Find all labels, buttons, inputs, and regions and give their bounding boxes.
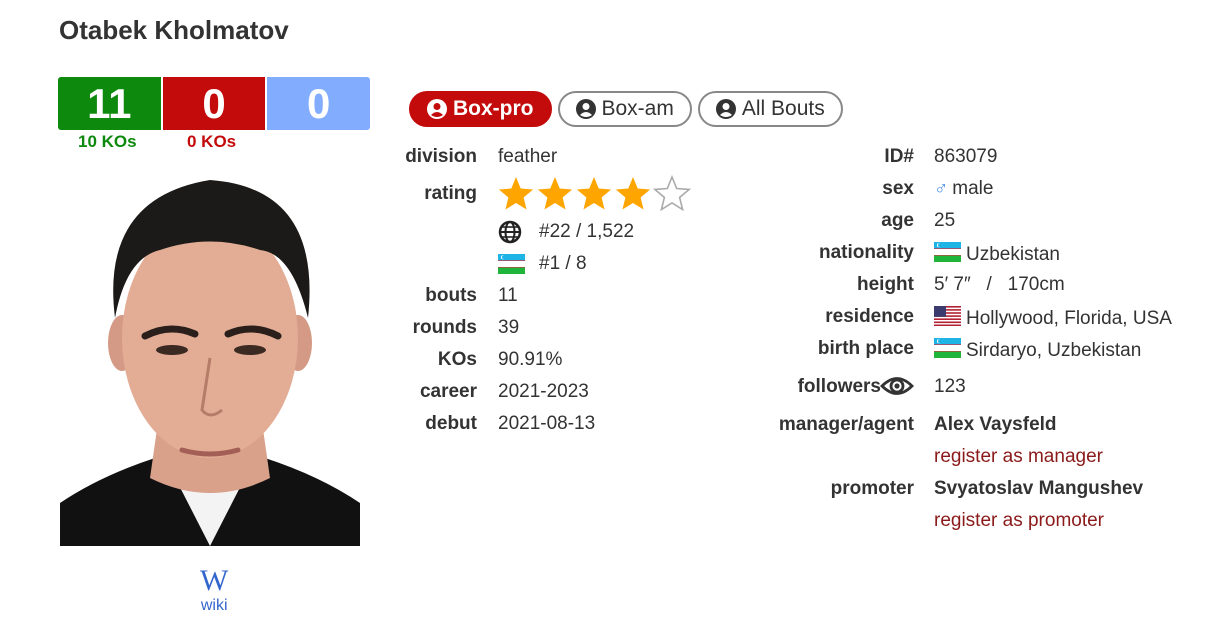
tab-label: All Bouts — [741, 97, 825, 120]
usa-flag-icon — [934, 306, 961, 332]
star-filled-icon — [498, 177, 534, 210]
losses-kos: 0 KOs — [187, 132, 237, 151]
followers-value: 123 — [934, 376, 966, 397]
height-value: 5′ 7″ / 170cm — [934, 274, 1065, 295]
debut-value: 2021-08-13 — [498, 413, 596, 434]
rating-stars — [498, 174, 693, 220]
bouts-label: bouts — [425, 285, 477, 306]
nationality-label: nationality — [818, 242, 914, 263]
star-filled-icon — [615, 177, 651, 210]
losses-count: 0 — [162, 77, 266, 130]
wiki-label: wiki — [200, 597, 228, 614]
user-circle-icon — [575, 99, 596, 119]
wiki-link[interactable]: W wiki — [200, 566, 228, 614]
star-filled-icon — [576, 177, 612, 210]
eye-icon[interactable] — [880, 373, 914, 404]
career-value: 2021-2023 — [498, 381, 589, 402]
age-label: age — [881, 210, 914, 231]
promoter-value[interactable]: Svyatoslav Mangushev — [934, 478, 1143, 500]
rounds-value: 39 — [498, 317, 520, 338]
star-empty-icon — [652, 174, 692, 212]
tab-all-bouts[interactable]: All Bouts — [697, 91, 843, 127]
fighter-photo — [60, 158, 360, 546]
debut-label: debut — [425, 413, 477, 434]
record-boxes: 11 0 0 — [58, 77, 371, 130]
manager-label: manager/agent — [778, 414, 914, 435]
tab-box-pro[interactable]: Box-pro — [409, 91, 552, 127]
globe-icon — [498, 220, 522, 244]
manager-value[interactable]: Alex Vaysfeld — [934, 414, 1057, 436]
country-rank-value: #1 / 8 — [539, 253, 587, 274]
male-icon: ♂ — [934, 178, 949, 199]
nationality-wrap: Uzbekistan — [934, 242, 1060, 268]
register-manager-link[interactable]: register as manager — [934, 446, 1103, 468]
promoter-label: promoter — [830, 478, 914, 499]
sex-label: sex — [882, 178, 914, 199]
division-value: feather — [498, 146, 558, 167]
birth-place-wrap: Sirdaryo, Uzbekistan — [934, 338, 1141, 364]
fighter-name: Otabek Kholmatov — [59, 15, 289, 45]
country-rank: #1 / 8 — [498, 253, 587, 275]
tab-label: Box-am — [601, 97, 674, 120]
bout-tabs: Box-pro Box-am All Bouts — [409, 91, 849, 127]
nationality-value: Uzbekistan — [966, 244, 1060, 265]
user-circle-icon — [715, 99, 736, 119]
career-label: career — [419, 381, 477, 402]
world-rank-value: #22 / 1,522 — [539, 221, 635, 242]
star-filled-icon — [537, 177, 573, 210]
birth-place-value: Sirdaryo, Uzbekistan — [966, 340, 1142, 361]
sex-value: male — [952, 178, 994, 199]
uzbekistan-flag-icon — [934, 338, 961, 364]
bouts-value: 11 — [498, 285, 518, 306]
user-circle-icon — [427, 99, 447, 119]
age-value: 25 — [934, 210, 956, 231]
register-promoter-link[interactable]: register as promoter — [934, 510, 1104, 532]
height-label: height — [857, 274, 914, 295]
rounds-label: rounds — [412, 317, 477, 338]
tab-box-am[interactable]: Box-am — [557, 91, 692, 127]
rating-label: rating — [424, 183, 477, 204]
uzbekistan-flag-icon — [498, 254, 525, 274]
followers-label: followers — [797, 376, 881, 397]
tab-label: Box-pro — [453, 97, 534, 120]
draws-count: 0 — [267, 77, 371, 130]
wins-count: 11 — [58, 77, 161, 130]
uzbekistan-flag-icon — [934, 242, 961, 268]
world-rank: #22 / 1,522 — [498, 220, 634, 244]
sex-value-wrap: ♂ male — [934, 178, 993, 200]
residence-wrap: Hollywood, Florida, USA — [934, 306, 1172, 332]
id-label: ID# — [884, 146, 914, 167]
kos-label: KOs — [437, 349, 477, 370]
id-value: 863079 — [934, 146, 998, 167]
birth-place-label: birth place — [817, 338, 914, 359]
division-label: division — [405, 146, 477, 167]
residence-value: Hollywood, Florida, USA — [966, 308, 1172, 329]
wikipedia-icon: W — [200, 564, 229, 597]
residence-label: residence — [825, 306, 914, 327]
kos-value: 90.91% — [498, 349, 563, 370]
wins-kos: 10 KOs — [78, 132, 137, 151]
